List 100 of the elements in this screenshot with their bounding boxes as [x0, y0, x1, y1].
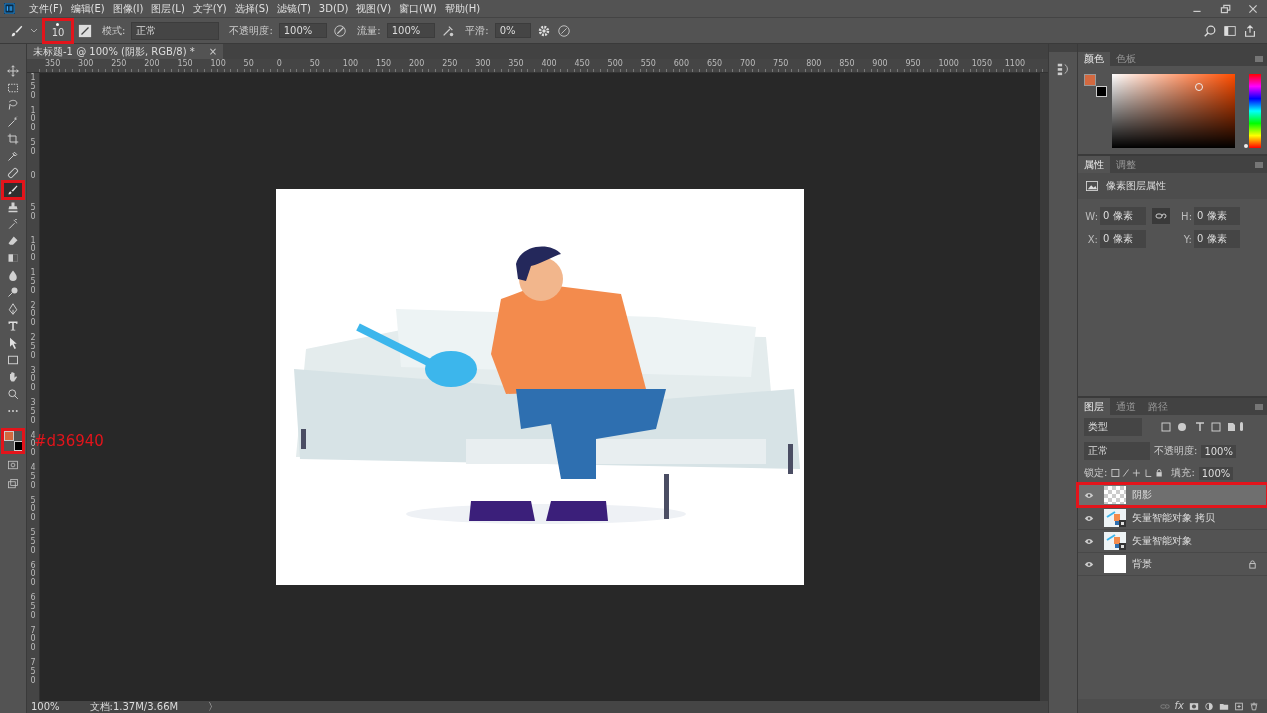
- opacity-field[interactable]: 100%: [1201, 444, 1236, 458]
- search-icon[interactable]: [1203, 23, 1217, 38]
- brush-preset-picker[interactable]: 10: [44, 19, 72, 42]
- menu-item[interactable]: 窗口(W): [395, 1, 441, 16]
- share-icon[interactable]: [1243, 23, 1257, 38]
- layer-thumbnail: [1104, 509, 1126, 527]
- ruler-label: 900: [872, 59, 889, 70]
- tool-button[interactable]: [3, 182, 23, 198]
- ruler-label: 150: [29, 74, 37, 102]
- background-color-swatch[interactable]: [1096, 86, 1107, 97]
- panel-tab[interactable]: 颜色: [1078, 52, 1110, 66]
- ruler-label: 0: [276, 59, 283, 70]
- menu-item[interactable]: 图像(I): [108, 1, 148, 16]
- filter-icons-drawing[interactable]: [1160, 421, 1244, 433]
- zoom-icon: [7, 388, 19, 400]
- link-icon[interactable]: [1152, 208, 1170, 224]
- fill-field[interactable]: 100%: [1198, 466, 1234, 480]
- menu-item[interactable]: 视图(V): [352, 1, 396, 16]
- caret-icon[interactable]: [30, 28, 38, 33]
- menu-item[interactable]: 选择(S): [230, 1, 273, 16]
- filter-dropdown[interactable]: 类型: [1084, 418, 1142, 436]
- opacity-label: 不透明度:: [229, 23, 273, 38]
- brush-icon[interactable]: [10, 23, 24, 38]
- input-field[interactable]: 0 像素: [1194, 230, 1240, 248]
- layer-row[interactable]: 背景: [1078, 553, 1267, 576]
- menu-item[interactable]: 3D(D): [314, 3, 353, 14]
- panel-tab[interactable]: 路径: [1142, 398, 1174, 415]
- restore-icon[interactable]: [1219, 2, 1231, 15]
- ruler-label: 950: [905, 59, 922, 70]
- background-color-swatch[interactable]: [14, 441, 24, 451]
- ruler-label: 600: [29, 561, 37, 590]
- menu-item[interactable]: 文件(F): [25, 1, 67, 16]
- settings-icon[interactable]: [536, 23, 551, 38]
- panel-tab[interactable]: 调整: [1110, 156, 1142, 173]
- visibility-eye-icon[interactable]: [1084, 560, 1094, 568]
- status-menu-arrow[interactable]: 〉: [208, 701, 219, 713]
- smoothing-field[interactable]: 0%: [494, 23, 531, 38]
- adjustment-icon[interactable]: [1204, 701, 1214, 711]
- panel-tab[interactable]: 图层: [1078, 398, 1110, 415]
- flow-field[interactable]: 100%: [386, 23, 436, 38]
- foreground-color-swatch[interactable]: [4, 431, 14, 441]
- app-logo-icon[interactable]: [4, 3, 15, 14]
- symmetry-icon[interactable]: [556, 23, 571, 38]
- visibility-eye-icon[interactable]: [1084, 491, 1094, 499]
- pressure-icon[interactable]: [333, 23, 348, 38]
- crop-icon: [7, 133, 19, 145]
- blend-mode-dropdown[interactable]: 正常: [1084, 442, 1150, 460]
- input-field[interactable]: 0 像素: [1194, 207, 1240, 225]
- layer-row[interactable]: 矢量智能对象: [1078, 530, 1267, 553]
- mask-icon[interactable]: [1189, 701, 1199, 711]
- airbrush-icon[interactable]: [441, 23, 456, 38]
- trash-icon[interactable]: [1249, 701, 1259, 711]
- workspace-icon[interactable]: [1223, 23, 1237, 38]
- color-field[interactable]: [1111, 74, 1236, 148]
- menu-item[interactable]: 图层(L): [147, 1, 189, 16]
- opacity-field[interactable]: 100%: [278, 23, 328, 38]
- close-icon[interactable]: [1247, 2, 1259, 15]
- ruler-label: 600: [673, 59, 691, 70]
- menu-item[interactable]: 文字(Y): [188, 1, 231, 16]
- new-layer-icon[interactable]: [1234, 701, 1244, 711]
- panel-tab[interactable]: 属性: [1078, 156, 1110, 173]
- layer-thumbnail: [1104, 486, 1126, 504]
- color-swatches[interactable]: [3, 430, 23, 452]
- layer-row[interactable]: 阴影: [1078, 484, 1267, 507]
- close-tab-button[interactable]: ×: [208, 46, 218, 57]
- layer-row[interactable]: 矢量智能对象 拷贝: [1078, 507, 1267, 530]
- ruler-label: 1050: [971, 59, 993, 70]
- visibility-eye-icon[interactable]: [1084, 537, 1094, 545]
- ruler-label: 500: [607, 59, 624, 70]
- input-field[interactable]: 0 像素: [1100, 230, 1146, 248]
- ruler-label: 50: [309, 59, 321, 70]
- document-tab[interactable]: 未标题-1 @ 100% (阴影, RGB/8) * ×: [27, 44, 224, 59]
- rectangle-icon: [7, 354, 19, 366]
- foreground-color-swatch[interactable]: [1084, 74, 1096, 86]
- zoom-level[interactable]: 100%: [31, 701, 60, 713]
- mode-dropdown[interactable]: 正常: [131, 21, 220, 40]
- layer-thumbnail: [1104, 555, 1126, 573]
- screen-mode-icon[interactable]: [7, 478, 19, 490]
- input-field[interactable]: 0 像素: [1100, 207, 1146, 225]
- hue-slider-thumb[interactable]: [1244, 143, 1249, 148]
- bandage-icon: [7, 167, 19, 179]
- ruler-label: 650: [706, 59, 724, 70]
- menu-item[interactable]: 帮助(H): [440, 1, 485, 16]
- menu-item[interactable]: 滤镜(T): [272, 1, 315, 16]
- gradient-icon: [7, 252, 19, 264]
- panel-tab[interactable]: 通道: [1110, 398, 1142, 415]
- ruler-label: 500: [29, 496, 37, 525]
- mode-label: 模式:: [102, 23, 126, 38]
- ruler-label: 150: [375, 59, 393, 70]
- visibility-eye-icon[interactable]: [1084, 514, 1094, 522]
- annotation-text: #d36940: [34, 432, 104, 450]
- panel-tab[interactable]: 色板: [1110, 52, 1142, 66]
- quick-mask-icon[interactable]: [7, 459, 19, 471]
- scrollbar[interactable]: [1040, 73, 1048, 701]
- opacity-label: 不透明度:: [1154, 444, 1198, 458]
- history-panel-icon[interactable]: [1056, 62, 1070, 76]
- layer-style-button[interactable]: fx: [1174, 700, 1184, 712]
- menu-item[interactable]: 编辑(E): [66, 1, 109, 16]
- brush-panel-icon[interactable]: [78, 23, 92, 38]
- folder-icon[interactable]: [1219, 701, 1229, 711]
